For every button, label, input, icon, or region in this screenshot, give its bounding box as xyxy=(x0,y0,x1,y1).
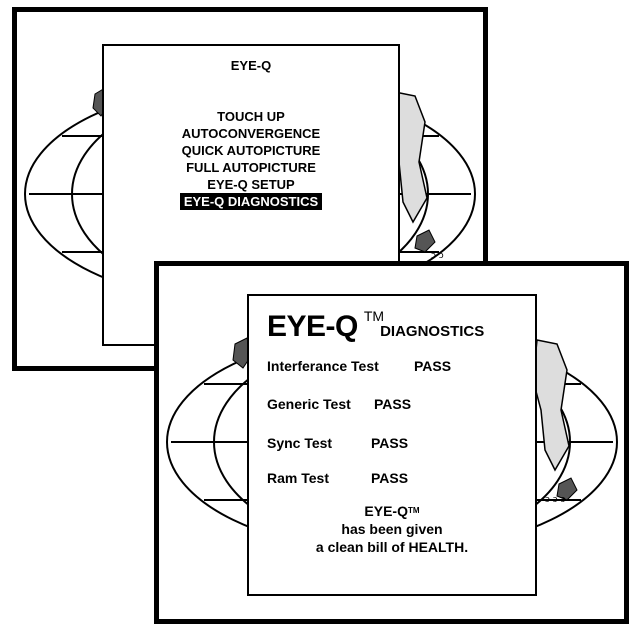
footer-brand-line: EYE-QTM xyxy=(249,502,535,520)
menu-item-autoconvergence[interactable]: AUTOCONVERGENCE xyxy=(104,125,398,142)
menu-item-eyeq-diagnostics[interactable]: EYE-Q DIAGNOSTICS xyxy=(104,193,398,210)
test-result: PASS xyxy=(371,470,409,486)
svg-text:ɔ ɔ ɔ: ɔ ɔ ɔ xyxy=(545,495,566,505)
test-name: Interferance Test xyxy=(267,358,379,374)
test-row-sync: Sync Test PASS xyxy=(267,435,408,451)
diagnostics-heading: DIAGNOSTICS xyxy=(380,323,485,340)
footer-brand: EYE-Q xyxy=(364,503,408,519)
menu-title: EYE-Q xyxy=(230,58,272,73)
test-row-interferance: Interferance Test PASS xyxy=(267,358,451,374)
footer-line-2: a clean bill of HEALTH. xyxy=(315,539,469,555)
menu-item-quick-autopicture[interactable]: QUICK AUTOPICTURE xyxy=(104,142,398,159)
test-name: Generic Test xyxy=(267,396,351,412)
menu-item-touch-up[interactable]: TOUCH UP xyxy=(104,108,398,125)
test-row-ram: Ram Test PASS xyxy=(267,470,408,486)
diagnostics-screen: ɔ ɔ ɔ EYE-Q TMDIAGNOSTICS Interferance Te… xyxy=(154,261,629,624)
test-name: Sync Test xyxy=(267,435,333,451)
test-name: Ram Test xyxy=(267,470,329,486)
trademark-mark: TM xyxy=(363,308,385,324)
footer-trademark: TM xyxy=(408,506,420,515)
diagnostics-panel: EYE-Q TMDIAGNOSTICS Interferance Test PAS… xyxy=(247,294,537,596)
footer-line-1: has been given xyxy=(341,521,443,537)
menu-list: TOUCH UP AUTOCONVERGENCE QUICK AUTOPICTU… xyxy=(104,108,398,210)
menu-item-eyeq-setup[interactable]: EYE-Q SETUP xyxy=(104,176,398,193)
health-message: EYE-QTM has been given a clean bill of H… xyxy=(249,502,535,556)
diagnostics-header: EYE-Q TMDIAGNOSTICS xyxy=(249,308,535,344)
svg-text:ɔ ɔ: ɔ ɔ xyxy=(431,251,444,261)
brand-title: EYE-Q xyxy=(267,310,358,343)
test-result: PASS xyxy=(414,358,452,374)
test-row-generic: Generic Test PASS xyxy=(267,396,411,412)
test-result: PASS xyxy=(371,435,409,451)
menu-item-full-autopicture[interactable]: FULL AUTOPICTURE xyxy=(104,159,398,176)
test-result: PASS xyxy=(374,396,412,412)
